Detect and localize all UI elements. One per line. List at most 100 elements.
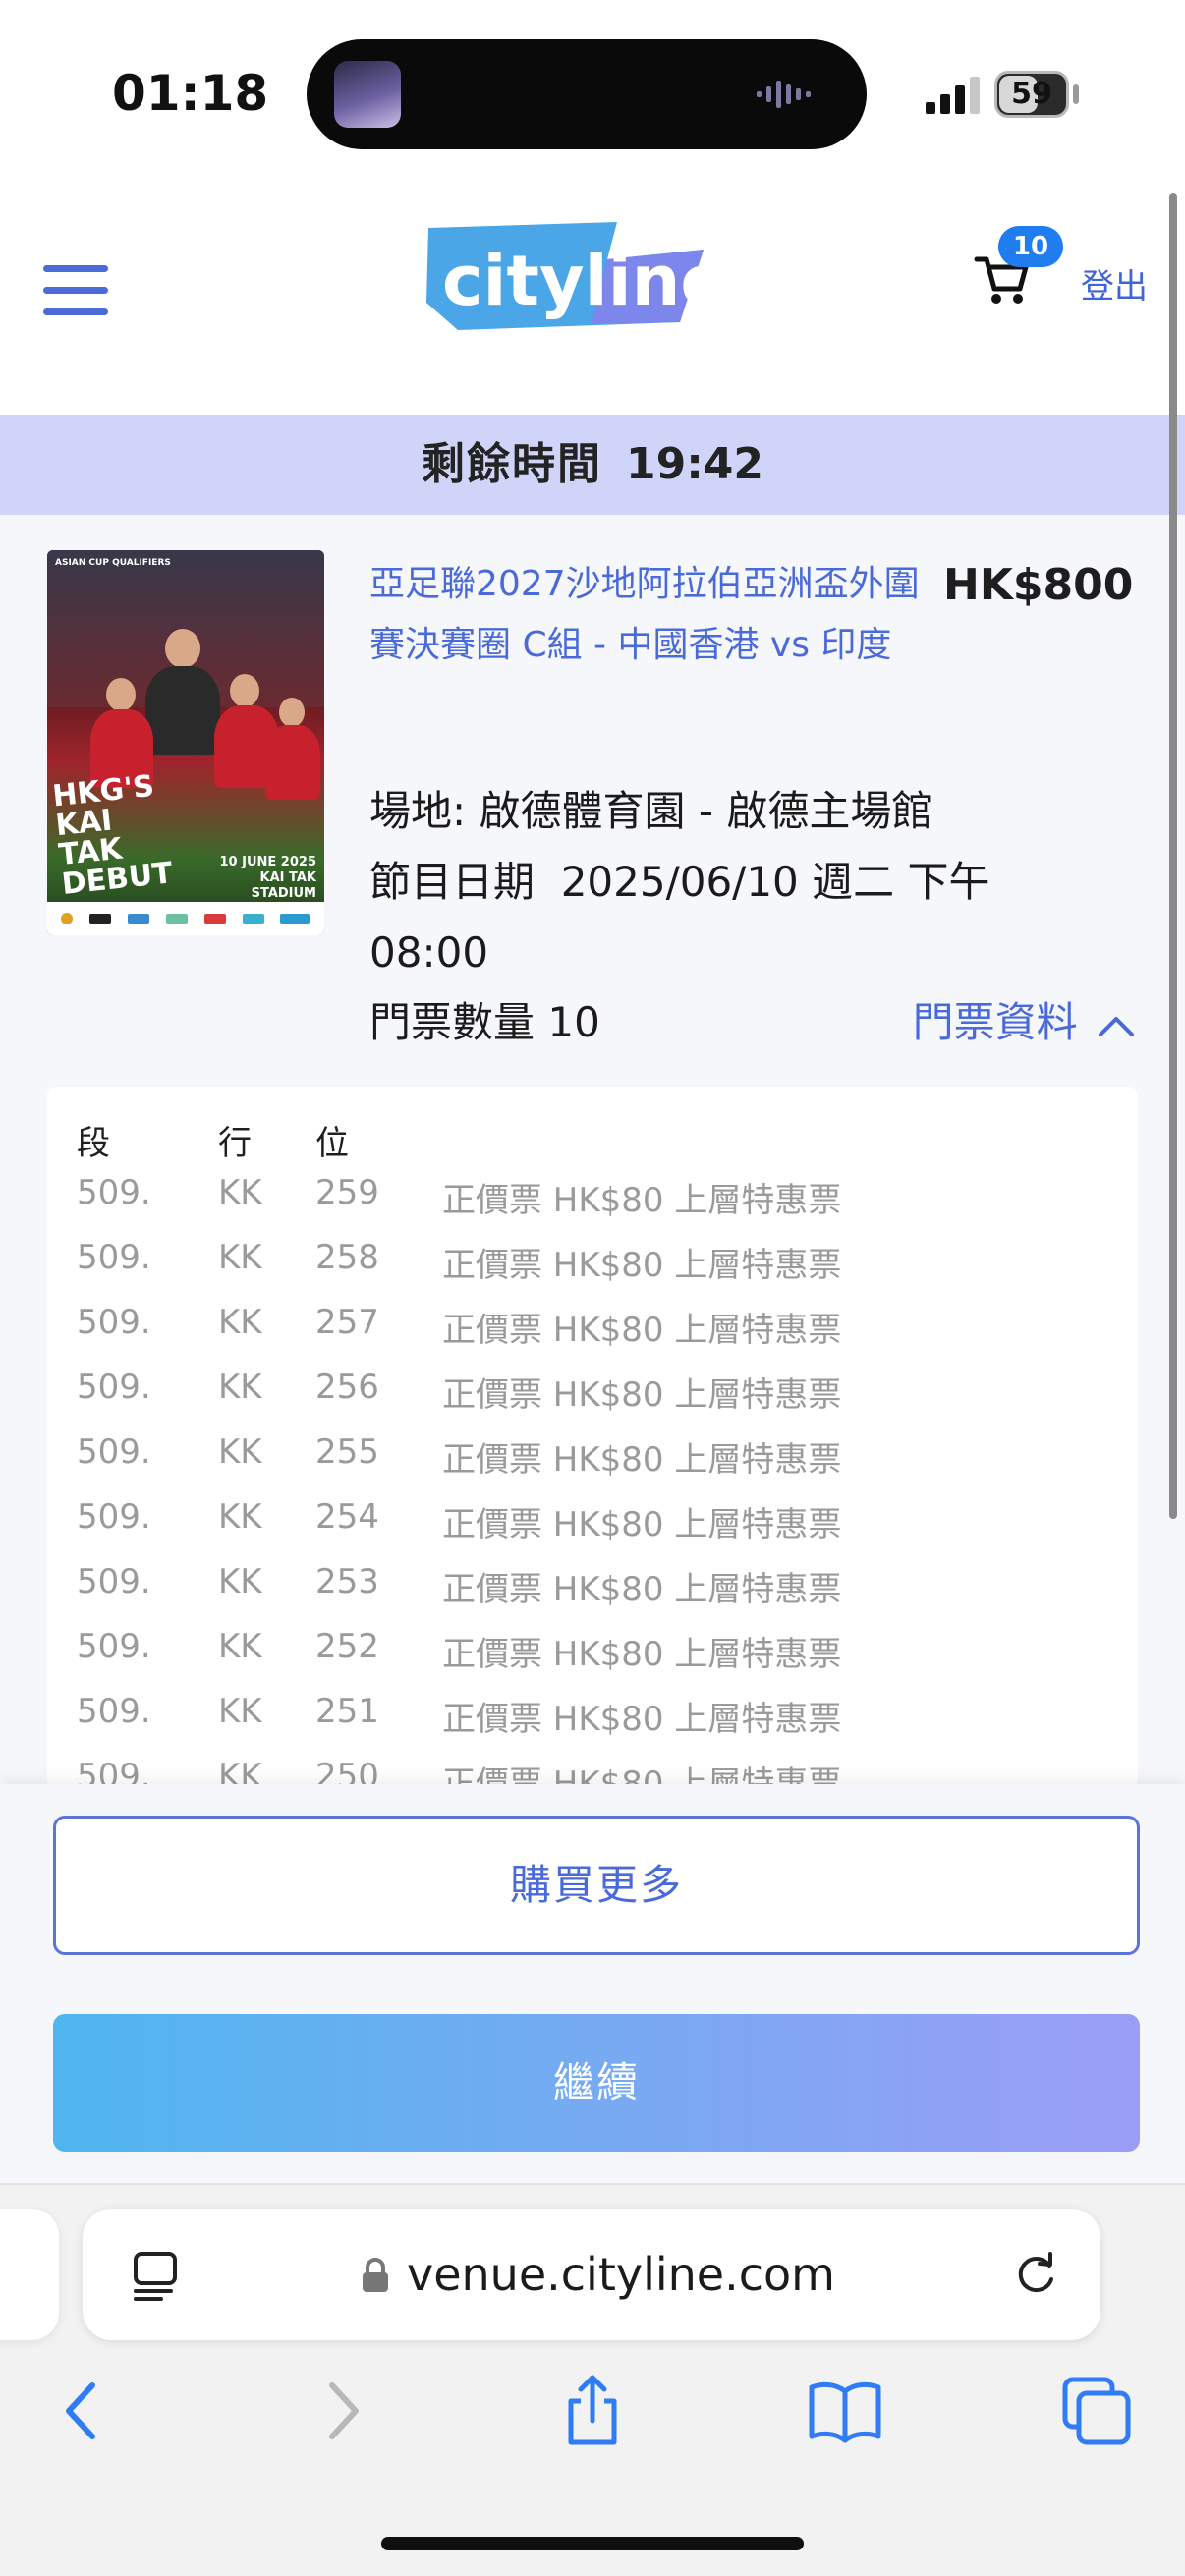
remaining-time-label: 剩餘時間: [421, 439, 602, 489]
poster-badge: ASIAN CUP QUALIFIERS: [55, 558, 171, 568]
ticket-row: 509. KK 257 正價票 HK$80 上層特惠票: [77, 1303, 1108, 1368]
event-details: 場地: 啟德體育園 - 啟德主場館 節目日期 2025/06/10 週二 下午 …: [369, 776, 1057, 988]
forward-icon[interactable]: [301, 2372, 379, 2450]
cellular-signal-icon: [926, 77, 980, 114]
now-playing-artwork: [334, 61, 401, 128]
logo-text: cityline: [442, 241, 705, 321]
column-row: 行: [218, 1124, 252, 1163]
poster-headline: HKG'S KAI TAK DEBUT: [50, 768, 175, 902]
share-icon[interactable]: [553, 2372, 632, 2450]
ticket-row: 509. KK 253 正價票 HK$80 上層特惠票: [77, 1562, 1108, 1627]
ticket-section: 509.: [77, 1238, 151, 1277]
ticket-row: 509. KK 256 正價票 HK$80 上層特惠票: [77, 1368, 1108, 1432]
ticket-row-letter: KK: [218, 1497, 262, 1537]
ticket-seat: 254: [315, 1497, 379, 1537]
ticket-rows: 509. KK 259 正價票 HK$80 上層特惠票 509. KK 258 正價票 HK$…: [77, 1173, 1108, 1788]
ticket-type: 正價票 HK$80 上層特惠票: [442, 1311, 842, 1350]
menu-icon[interactable]: [43, 265, 108, 316]
ticket-type: 正價票 HK$80 上層特惠票: [442, 1505, 842, 1544]
status-bar: 01:18 59: [0, 0, 1185, 167]
ticket-type: 正價票 HK$80 上層特惠票: [442, 1700, 842, 1739]
ticket-seat: 257: [315, 1303, 379, 1342]
ticket-info-toggle-label: 門票資料: [912, 998, 1078, 1046]
battery-cap: [1073, 84, 1079, 104]
browser-toolbar: venue.cityline.com: [0, 2183, 1185, 2576]
ticket-row-letter: KK: [218, 1173, 262, 1212]
event-poster-image: ASIAN CUP QUALIFIERS HKG'S KAI TAK DEBUT…: [47, 550, 324, 935]
checkout-actions: 購買更多 繼續: [0, 1784, 1185, 2183]
ticket-section: 509.: [77, 1692, 151, 1731]
ticket-section: 509.: [77, 1303, 151, 1342]
event-venue: 場地: 啟德體育園 - 啟德主場館: [369, 787, 933, 835]
address-bar[interactable]: venue.cityline.com: [83, 2209, 1100, 2340]
ticket-row: 509. KK 259 正價票 HK$80 上層特惠票: [77, 1173, 1108, 1238]
lock-icon: [363, 2258, 388, 2292]
remaining-time-value: 19:42: [625, 439, 764, 489]
ticket-section: 509.: [77, 1497, 151, 1537]
remaining-time-banner: 剩餘時間 19:42: [0, 415, 1185, 515]
poster-sponsor-strip: [47, 902, 324, 935]
ticket-section: 509.: [77, 1432, 151, 1472]
ticket-type: 正價票 HK$80 上層特惠票: [442, 1181, 842, 1220]
audio-wave-icon: [757, 81, 811, 108]
reload-icon[interactable]: [1010, 2250, 1061, 2301]
battery-percent: 59: [1011, 77, 1052, 111]
cart-count-badge: 10: [998, 226, 1063, 267]
ticket-row-letter: KK: [218, 1368, 262, 1407]
ticket-row-letter: KK: [218, 1692, 262, 1731]
battery-icon: 59: [994, 71, 1069, 118]
ticket-seat: 258: [315, 1238, 379, 1277]
ticket-type: 正價票 HK$80 上層特惠票: [442, 1246, 842, 1285]
back-icon[interactable]: [45, 2372, 124, 2450]
buy-more-button[interactable]: 購買更多: [53, 1816, 1140, 1955]
ticket-seat: 256: [315, 1368, 379, 1407]
ticket-type: 正價票 HK$80 上層特惠票: [442, 1375, 842, 1415]
ticket-row-letter: KK: [218, 1238, 262, 1277]
ticket-row: 509. KK 258 正價票 HK$80 上層特惠票: [77, 1238, 1108, 1303]
poster-date: 10 JUNE 2025 KAI TAK STADIUM: [219, 855, 316, 901]
ticket-row-letter: KK: [218, 1432, 262, 1472]
ticket-type: 正價票 HK$80 上層特惠票: [442, 1635, 842, 1674]
home-indicator[interactable]: [381, 2537, 804, 2550]
ticket-quantity: 門票數量 10: [369, 998, 600, 1046]
ticket-seat: 252: [315, 1627, 379, 1666]
page-scrollbar[interactable]: [1169, 193, 1177, 1519]
ticket-seat: 251: [315, 1692, 379, 1731]
ticket-row-letter: KK: [218, 1627, 262, 1666]
url-text[interactable]: venue.cityline.com: [407, 2209, 835, 2340]
tabs-icon[interactable]: [1057, 2372, 1136, 2450]
bookmarks-icon[interactable]: [806, 2372, 884, 2450]
cityline-logo[interactable]: cityline: [424, 220, 705, 336]
page-menu-icon[interactable]: [132, 2250, 181, 2301]
dynamic-island[interactable]: [307, 39, 867, 149]
ticket-row-letter: KK: [218, 1562, 262, 1601]
column-seat: 位: [315, 1124, 349, 1163]
event-title-link[interactable]: 亞足聯2027沙地阿拉伯亞洲盃外圍賽決賽圈 C組 - 中國香港 vs 印度: [369, 554, 920, 676]
ticket-info-toggle[interactable]: 門票資料: [913, 987, 1136, 1058]
ticket-seat: 253: [315, 1562, 379, 1601]
ticket-section: 509.: [77, 1368, 151, 1407]
ticket-type: 正價票 HK$80 上層特惠票: [442, 1440, 842, 1480]
ticket-type: 正價票 HK$80 上層特惠票: [442, 1570, 842, 1609]
event-total-price: HK$800: [943, 560, 1134, 610]
ticket-seat: 259: [315, 1173, 379, 1212]
ticket-seat: 255: [315, 1432, 379, 1472]
ticket-table[interactable]: 段 行 位 509. KK 259 正價票 HK$80 上層特惠票 509. KK 258 正…: [47, 1087, 1138, 1788]
event-date: 節目日期 2025/06/10 週二 下午 08:00: [369, 858, 1003, 977]
ticket-row-letter: KK: [218, 1303, 262, 1342]
chevron-up-icon: [1099, 1016, 1134, 1036]
ticket-row: 509. KK 254 正價票 HK$80 上層特惠票: [77, 1497, 1108, 1562]
ticket-section: 509.: [77, 1627, 151, 1666]
ticket-row: 509. KK 252 正價票 HK$80 上層特惠票: [77, 1627, 1108, 1692]
logout-link[interactable]: 登出: [1081, 259, 1148, 308]
site-header: cityline 10 登出: [0, 167, 1185, 415]
ticket-section: 509.: [77, 1173, 151, 1212]
column-section: 段: [77, 1124, 110, 1163]
previous-tab-peek[interactable]: [0, 2209, 59, 2340]
quantity-row: 門票數量 10 門票資料: [369, 987, 1136, 1058]
ticket-section: 509.: [77, 1562, 151, 1601]
ticket-table-header: 段 行 位: [77, 1116, 1108, 1165]
continue-button[interactable]: 繼續: [53, 2014, 1140, 2152]
ticket-row: 509. KK 255 正價票 HK$80 上層特惠票: [77, 1432, 1108, 1497]
status-time: 01:18: [112, 65, 269, 122]
